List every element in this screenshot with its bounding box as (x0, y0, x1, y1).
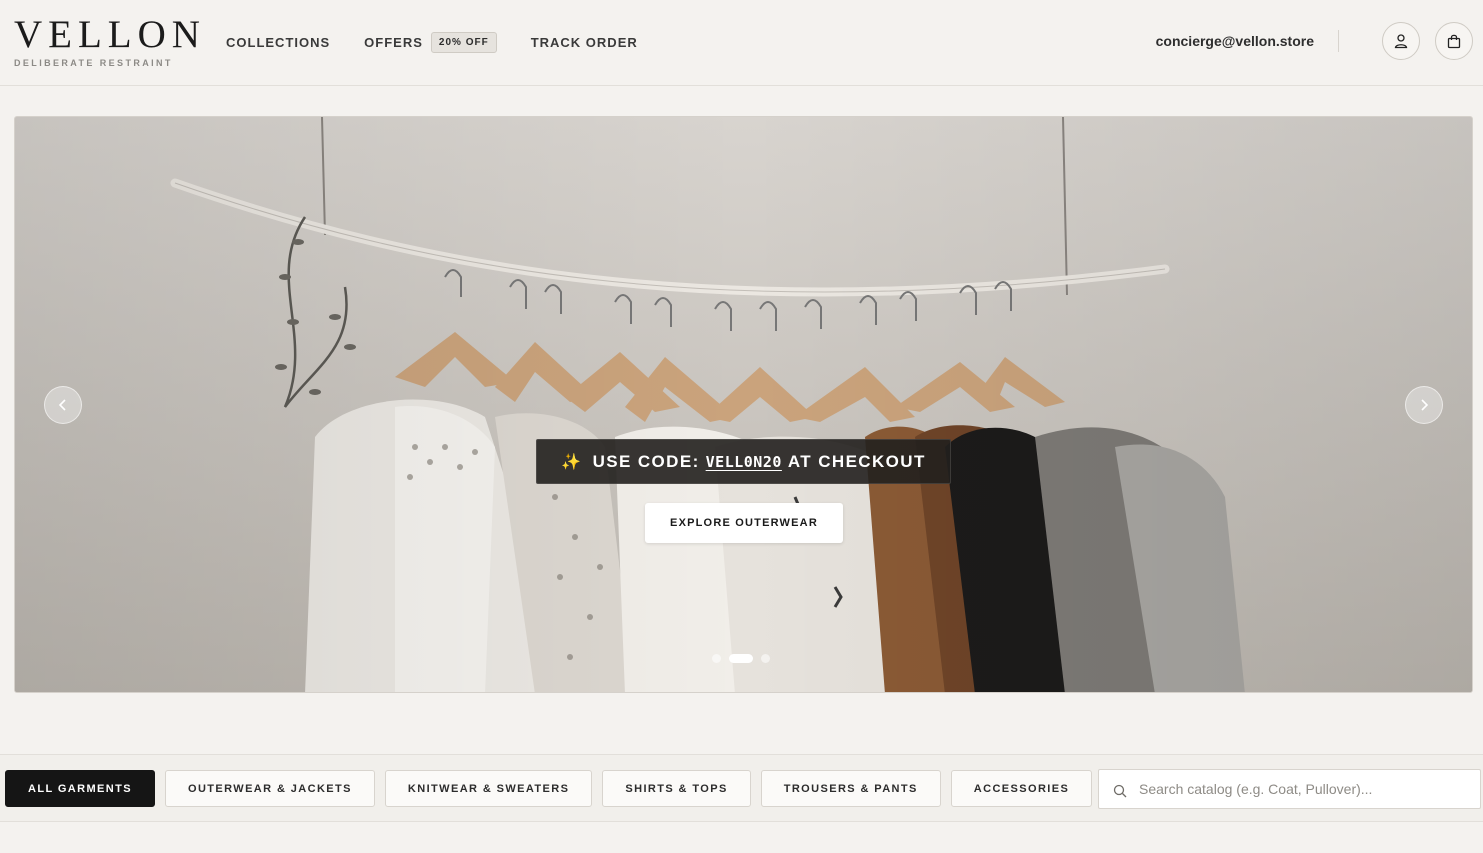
carousel-dots (712, 654, 778, 663)
offers-badge: 20% OFF (430, 32, 497, 53)
nav-collections[interactable]: COLLECTIONS (226, 35, 330, 50)
shopping-bag-icon (1447, 34, 1461, 49)
promo-code-banner: ✨ USE CODE: VELL0N20 AT CHECKOUT (536, 439, 951, 484)
sparkle-icon: ✨ (561, 453, 583, 471)
category-accessories[interactable]: ACCESSORIES (950, 770, 1093, 807)
nav-offers-label: OFFERS (364, 35, 423, 50)
header-divider (1338, 30, 1339, 52)
catalog-search (1098, 769, 1481, 809)
account-icon (1394, 34, 1408, 49)
hero-banner: ✨ USE CODE: VELL0N20 AT CHECKOUT EXPLORE… (14, 116, 1473, 693)
account-button[interactable] (1382, 22, 1420, 60)
promo-prefix: USE CODE: (592, 451, 700, 471)
carousel-dot-2[interactable] (729, 654, 753, 663)
promo-suffix: AT CHECKOUT (787, 451, 926, 471)
brand-name: VELLON (14, 13, 206, 56)
explore-outerwear-button[interactable]: EXPLORE OUTERWEAR (645, 503, 843, 543)
hero-prev-button[interactable] (44, 386, 82, 424)
brand-tagline: DELIBERATE RESTRAINT (14, 58, 173, 68)
promo-code[interactable]: VELL0N20 (706, 453, 782, 471)
category-filter-bar: ALL GARMENTS OUTERWEAR & JACKETS KNITWEA… (0, 754, 1483, 822)
search-input[interactable] (1139, 781, 1459, 797)
concierge-email[interactable]: concierge@vellon.store (1156, 33, 1314, 49)
search-icon (1113, 784, 1127, 798)
carousel-dot-1[interactable] (712, 654, 721, 663)
category-trousers-pants[interactable]: TROUSERS & PANTS (760, 770, 941, 807)
site-header: VELLON DELIBERATE RESTRAINT COLLECTIONS … (0, 0, 1483, 86)
carousel-dot-3[interactable] (761, 654, 770, 663)
chevron-right-icon (1421, 399, 1429, 411)
brand-logo[interactable]: VELLON DELIBERATE RESTRAINT (14, 13, 206, 69)
chevron-left-icon (58, 399, 66, 411)
category-all-garments[interactable]: ALL GARMENTS (5, 770, 155, 807)
hero-image (15, 117, 1472, 692)
category-knitwear-sweaters[interactable]: KNITWEAR & SWEATERS (384, 770, 593, 807)
hero-next-button[interactable] (1405, 386, 1443, 424)
category-chips: ALL GARMENTS OUTERWEAR & JACKETS KNITWEA… (5, 770, 1102, 807)
category-outerwear-jackets[interactable]: OUTERWEAR & JACKETS (164, 770, 375, 807)
nav-track-order[interactable]: TRACK ORDER (531, 35, 638, 50)
category-shirts-tops[interactable]: SHIRTS & TOPS (602, 770, 751, 807)
main-nav: COLLECTIONS OFFERS 20% OFF TRACK ORDER (226, 32, 672, 53)
nav-offers[interactable]: OFFERS 20% OFF (364, 32, 497, 53)
header-actions: concierge@vellon.store (1156, 22, 1473, 60)
cart-button[interactable] (1435, 22, 1473, 60)
